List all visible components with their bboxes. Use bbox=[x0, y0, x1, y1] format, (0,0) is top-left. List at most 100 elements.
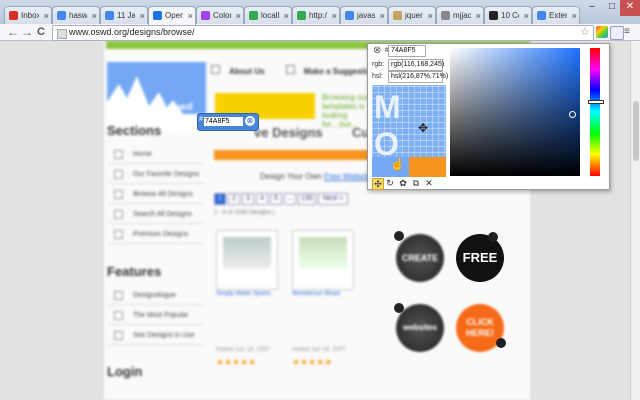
pager-link[interactable]: 5 bbox=[270, 193, 282, 205]
section-item[interactable]: Search All Designs bbox=[108, 207, 204, 224]
forward-button[interactable]: → bbox=[21, 25, 33, 39]
hue-handle[interactable] bbox=[588, 100, 604, 104]
tab-close-icon[interactable]: × bbox=[572, 7, 577, 25]
tab-7[interactable]: javasc × bbox=[340, 6, 388, 25]
pager-link[interactable]: Next » bbox=[318, 193, 348, 205]
magnifier-preview[interactable]: M O ✥ ☝ bbox=[372, 85, 446, 177]
oswd-logo[interactable]: oswd bbox=[107, 62, 206, 132]
picker-close-icon[interactable]: ⊗ bbox=[373, 45, 381, 56]
tab-9[interactable]: mjjack × bbox=[436, 6, 484, 25]
settings-icon[interactable]: ✿ bbox=[398, 178, 408, 188]
page-scrollbar[interactable] bbox=[630, 41, 640, 400]
tooltip-hex-value[interactable]: 74A8F5 bbox=[204, 117, 243, 126]
exit-icon[interactable]: ✕ bbox=[424, 178, 434, 188]
sidebar-item-label: Our Favorite Designs bbox=[133, 171, 200, 178]
pager-link[interactable]: 3 bbox=[242, 193, 254, 205]
tab-5[interactable]: localho × bbox=[244, 6, 292, 25]
minimize-button[interactable]: – bbox=[582, 0, 602, 16]
section-item[interactable]: Home bbox=[108, 147, 204, 164]
tab-4[interactable]: ColorPi × bbox=[196, 6, 244, 25]
design-thumbnail[interactable] bbox=[292, 230, 354, 290]
colorpick-extension-icon[interactable] bbox=[596, 26, 608, 38]
feature-item[interactable]: See Designs in Use bbox=[108, 328, 204, 345]
tooltip-close-icon[interactable]: ⊗ bbox=[245, 116, 255, 126]
tab-label: javasc bbox=[357, 11, 375, 20]
tab-10[interactable]: 10 Coo × bbox=[484, 6, 532, 25]
pager-link[interactable]: 4 bbox=[256, 193, 268, 205]
tab-close-icon[interactable]: × bbox=[332, 7, 337, 25]
sidebar-item-label: Designologue bbox=[133, 292, 176, 299]
pager-link[interactable]: 130 bbox=[298, 193, 316, 205]
tab-close-icon[interactable]: × bbox=[524, 7, 529, 25]
wrench-menu-icon[interactable]: ≡ bbox=[624, 26, 634, 38]
url-text: www.oswd.org/designs/browse/ bbox=[69, 27, 195, 37]
tab-close-icon[interactable]: × bbox=[44, 7, 49, 25]
pager-link[interactable]: 2 bbox=[228, 193, 240, 205]
reload-button[interactable]: C bbox=[37, 25, 45, 39]
tab-close-icon[interactable]: × bbox=[380, 7, 385, 25]
bullet-icon bbox=[114, 330, 123, 340]
feature-item[interactable]: The Most Popular bbox=[108, 308, 204, 325]
hue-slider[interactable] bbox=[588, 48, 604, 176]
rgb-input[interactable]: rgb(116,168,245) bbox=[388, 59, 444, 71]
tab-favicon-icon bbox=[297, 11, 306, 20]
refresh-icon[interactable]: ↻ bbox=[385, 178, 395, 188]
design-your-own-text: Design Your Own bbox=[260, 172, 322, 181]
bullet-icon bbox=[114, 229, 123, 239]
tab-6[interactable]: http:// × bbox=[292, 6, 340, 25]
tab-0[interactable]: Inbox ( × bbox=[4, 6, 52, 25]
tab-favicon-icon bbox=[249, 11, 258, 20]
section-item[interactable]: Premium Designs bbox=[108, 227, 204, 244]
eyedropper-icon[interactable]: ✣ bbox=[372, 178, 384, 190]
thumb2-date: Added Jun 18, 2007 bbox=[292, 347, 346, 353]
tab-close-icon[interactable]: × bbox=[476, 7, 481, 25]
back-button[interactable]: ← bbox=[7, 25, 19, 39]
close-window-button[interactable]: ✕ bbox=[620, 0, 640, 16]
free-circle-ad[interactable]: FREE bbox=[456, 234, 504, 282]
splash-dot bbox=[394, 303, 404, 313]
tab-close-icon[interactable]: × bbox=[140, 7, 145, 25]
tab-strip: Inbox (×haswh×11 Java×Open S×ColorPi×loc… bbox=[0, 0, 640, 25]
about-link[interactable]: About Us bbox=[229, 67, 265, 76]
thumb2-title[interactable]: Wonderous Wood bbox=[292, 291, 340, 297]
tab-close-icon[interactable]: × bbox=[428, 7, 433, 25]
tab-favicon-icon bbox=[153, 11, 162, 20]
hsl-input[interactable]: hsl(216,87%,71%) bbox=[388, 71, 448, 83]
tab-3[interactable]: Open S × bbox=[148, 6, 196, 25]
login-heading: Login bbox=[107, 364, 143, 379]
pager-link[interactable]: ... bbox=[284, 193, 296, 205]
tab-close-icon[interactable]: × bbox=[188, 7, 193, 25]
tab-close-icon[interactable]: × bbox=[284, 7, 289, 25]
thumb1-title[interactable]: Simply Water Sports bbox=[216, 291, 270, 297]
extension-icon[interactable] bbox=[610, 26, 624, 40]
tab-close-icon[interactable]: × bbox=[92, 7, 97, 25]
tab-2[interactable]: 11 Java × bbox=[100, 6, 148, 25]
sidebar-item-label: Home bbox=[133, 151, 152, 158]
maximize-button[interactable]: □ bbox=[602, 0, 622, 16]
create-circle-ad[interactable]: CREATE bbox=[396, 234, 444, 282]
feature-item[interactable]: Designologue bbox=[108, 288, 204, 305]
websites-circle-ad[interactable]: websites bbox=[396, 304, 444, 352]
section-item[interactable]: Our Favorite Designs bbox=[108, 167, 204, 184]
tab-close-icon[interactable]: × bbox=[236, 7, 241, 25]
tab-1[interactable]: haswh × bbox=[52, 6, 100, 25]
sections-heading: Sections bbox=[107, 123, 162, 138]
tab-label: Inbox ( bbox=[21, 11, 39, 20]
free-website-link[interactable]: Free Website bbox=[324, 172, 371, 181]
address-bar[interactable]: www.oswd.org/designs/browse/ ☆ bbox=[52, 25, 594, 41]
pointer-cursor-icon: ☝ bbox=[390, 157, 405, 171]
tab-favicon-icon bbox=[105, 11, 114, 20]
bookmark-star-icon[interactable]: ☆ bbox=[580, 25, 590, 38]
sv-handle-icon[interactable] bbox=[569, 111, 576, 118]
tab-11[interactable]: Extensi × bbox=[532, 6, 580, 25]
scrollbar-thumb[interactable] bbox=[633, 101, 639, 161]
design-thumbnail[interactable] bbox=[216, 230, 278, 290]
hex-input[interactable]: 74A8F5 bbox=[388, 45, 426, 57]
tab-label: ColorPi bbox=[213, 11, 231, 20]
tab-8[interactable]: jquery × bbox=[388, 6, 436, 25]
pager-link[interactable]: 1 bbox=[214, 193, 226, 205]
section-item[interactable]: Browse All Designs bbox=[108, 187, 204, 204]
saturation-value-field[interactable] bbox=[450, 48, 580, 176]
copy-icon[interactable]: ⧉ bbox=[411, 178, 421, 188]
tab-label: http:// bbox=[309, 11, 327, 20]
